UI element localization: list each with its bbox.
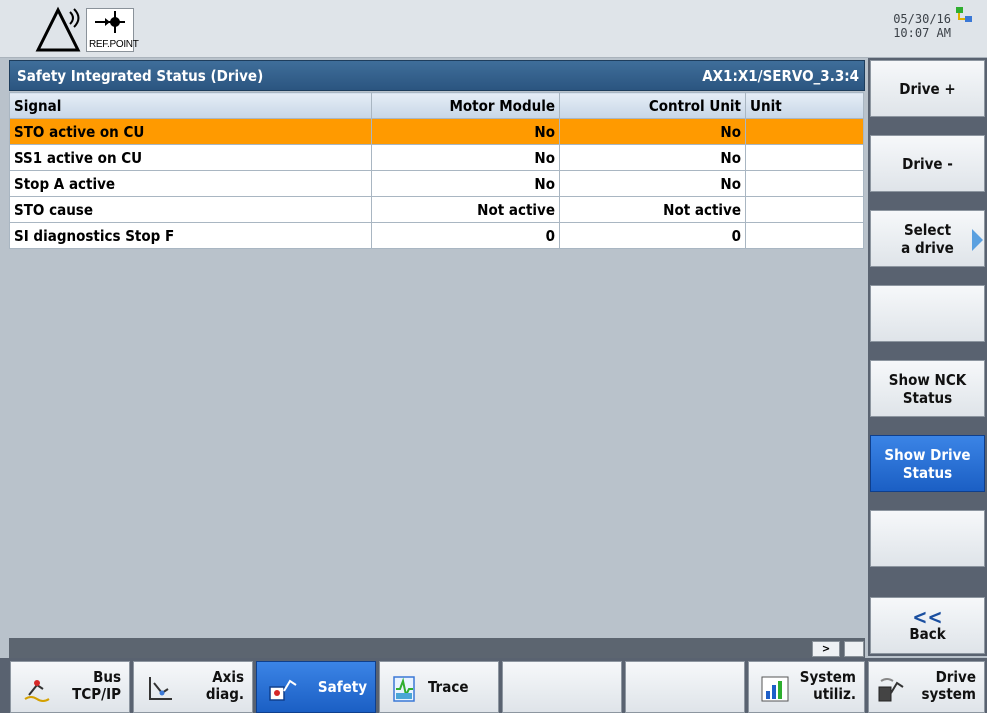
safety-icon: [269, 679, 297, 701]
signal-cell: SI diagnostics Stop F: [9, 222, 372, 249]
unit-cell: [745, 196, 864, 223]
drive-system-label-1: Drive: [935, 668, 976, 686]
axis-diagnosis-icon: [149, 677, 172, 700]
bus-tcpip-label: Bus TCP/IP: [72, 669, 121, 703]
select-drive-label-1: Select: [903, 220, 952, 239]
show-nck-label-2: Status: [902, 388, 953, 407]
control-unit-cell: Not active: [559, 196, 746, 223]
trace-label: Trace: [428, 678, 469, 696]
column-header-signal: Signal: [9, 92, 372, 119]
back-chevron-icon: <<: [912, 604, 943, 629]
empty-softkey-5[interactable]: [502, 661, 622, 713]
back-label: Back: [909, 624, 946, 643]
control-unit-cell: No: [559, 170, 746, 197]
motor-module-cell: 0: [371, 222, 560, 249]
back-button[interactable]: << Back: [870, 597, 985, 654]
table-row[interactable]: Stop A active No No: [9, 170, 864, 197]
motor-module-cell: No: [371, 144, 560, 171]
header-time: 10:07 AM: [893, 26, 951, 40]
bar-chart-icon: [761, 676, 789, 702]
axis-label-2: diag.: [205, 685, 244, 703]
trace-button[interactable]: Trace: [379, 661, 499, 713]
empty-softkey-7[interactable]: [870, 510, 985, 567]
table-header-row: Signal Motor Module Control Unit Unit: [9, 92, 864, 119]
column-header-control-unit: Control Unit: [559, 92, 746, 119]
bus-label-2: TCP/IP: [72, 685, 121, 703]
show-nck-label-1: Show NCK: [888, 370, 967, 389]
header-date: 05/30/16: [893, 12, 951, 26]
signal-cell: STO active on CU: [9, 118, 372, 145]
axis-diag-label: Axis diag.: [206, 669, 244, 703]
page-title: Safety Integrated Status (Drive): [17, 67, 264, 85]
unit-cell: [745, 222, 864, 249]
alarm-triangle-icon: [35, 6, 81, 52]
drive-system-button[interactable]: Drive system: [868, 661, 985, 713]
system-label-2: utiliz.: [813, 685, 856, 703]
column-header-unit: Unit: [745, 92, 864, 119]
signal-cell: STO cause: [9, 196, 372, 223]
axis-identifier: AX1:X1/SERVO_3.3:4: [702, 67, 859, 85]
empty-softkey-4[interactable]: [870, 285, 985, 342]
safety-button[interactable]: Safety: [256, 661, 376, 713]
scroll-box[interactable]: [844, 641, 864, 657]
drive-minus-label: Drive -: [902, 154, 953, 173]
drive-system-icon: [878, 678, 904, 702]
ref-point-label: REF.POINT: [89, 39, 139, 50]
drive-plus-button[interactable]: Drive +: [870, 60, 985, 117]
bus-tcpip-button[interactable]: Bus TCP/IP: [10, 661, 130, 713]
signal-cell: SS1 active on CU: [9, 144, 372, 171]
system-utilization-label: System utiliz.: [800, 669, 856, 703]
vertical-softkey-bar: Drive + Drive - Select a drive Show NCK …: [868, 58, 987, 656]
axis-label-1: Axis: [212, 668, 244, 686]
axis-diag-button[interactable]: Axis diag.: [133, 661, 253, 713]
control-unit-cell: No: [559, 118, 746, 145]
drive-minus-button[interactable]: Drive -: [870, 135, 985, 192]
safety-label: Safety: [317, 678, 367, 696]
show-drive-label-1: Show Drive: [884, 445, 971, 464]
ref-point-indicator: REF.POINT: [86, 8, 139, 52]
table-row[interactable]: STO active on CU No No: [9, 118, 864, 145]
motor-module-cell: No: [371, 118, 560, 145]
drive-plus-label: Drive +: [899, 79, 956, 98]
empty-softkey-6[interactable]: [625, 661, 745, 713]
control-unit-cell: No: [559, 144, 746, 171]
table-row[interactable]: SS1 active on CU No No: [9, 144, 864, 171]
system-utilization-button[interactable]: System utiliz.: [748, 661, 865, 713]
table-row[interactable]: STO cause Not active Not active: [9, 196, 864, 223]
unit-cell: [745, 170, 864, 197]
network-status-icon: [956, 7, 972, 22]
header-bar: REF.POINT 05/30/16 10:07 AM: [0, 0, 987, 58]
system-label-1: System: [799, 668, 856, 686]
drive-system-label: Drive system: [921, 669, 976, 703]
bus-label-1: Bus: [93, 668, 121, 686]
control-unit-cell: 0: [559, 222, 746, 249]
unit-cell: [745, 118, 864, 145]
show-drive-status-button[interactable]: Show Drive Status: [870, 435, 985, 492]
motor-module-cell: Not active: [371, 196, 560, 223]
column-header-motor-module: Motor Module: [371, 92, 560, 119]
table-row[interactable]: SI diagnostics Stop F 0 0: [9, 222, 864, 249]
select-drive-button[interactable]: Select a drive: [870, 210, 985, 267]
safety-status-table: Signal Motor Module Control Unit Unit ST…: [9, 92, 864, 249]
status-strip: [9, 638, 865, 658]
header-datetime: 05/30/16 10:07 AM: [893, 12, 951, 40]
submenu-arrow-icon: [972, 229, 983, 251]
ref-point-icon: [95, 11, 125, 33]
show-nck-status-button[interactable]: Show NCK Status: [870, 360, 985, 417]
scroll-right-button[interactable]: >: [812, 641, 840, 657]
bus-network-icon: [24, 680, 50, 702]
select-drive-label-2: a drive: [901, 238, 954, 257]
title-bar: Safety Integrated Status (Drive) AX1:X1/…: [9, 60, 865, 91]
unit-cell: [745, 144, 864, 171]
horizontal-softkey-bar: Bus TCP/IP Axis diag. Safety Trace Syste…: [0, 658, 987, 713]
show-drive-label-2: Status: [902, 463, 953, 482]
motor-module-cell: No: [371, 170, 560, 197]
drive-system-label-2: system: [921, 685, 976, 703]
signal-cell: Stop A active: [9, 170, 372, 197]
trace-icon: [393, 676, 415, 702]
